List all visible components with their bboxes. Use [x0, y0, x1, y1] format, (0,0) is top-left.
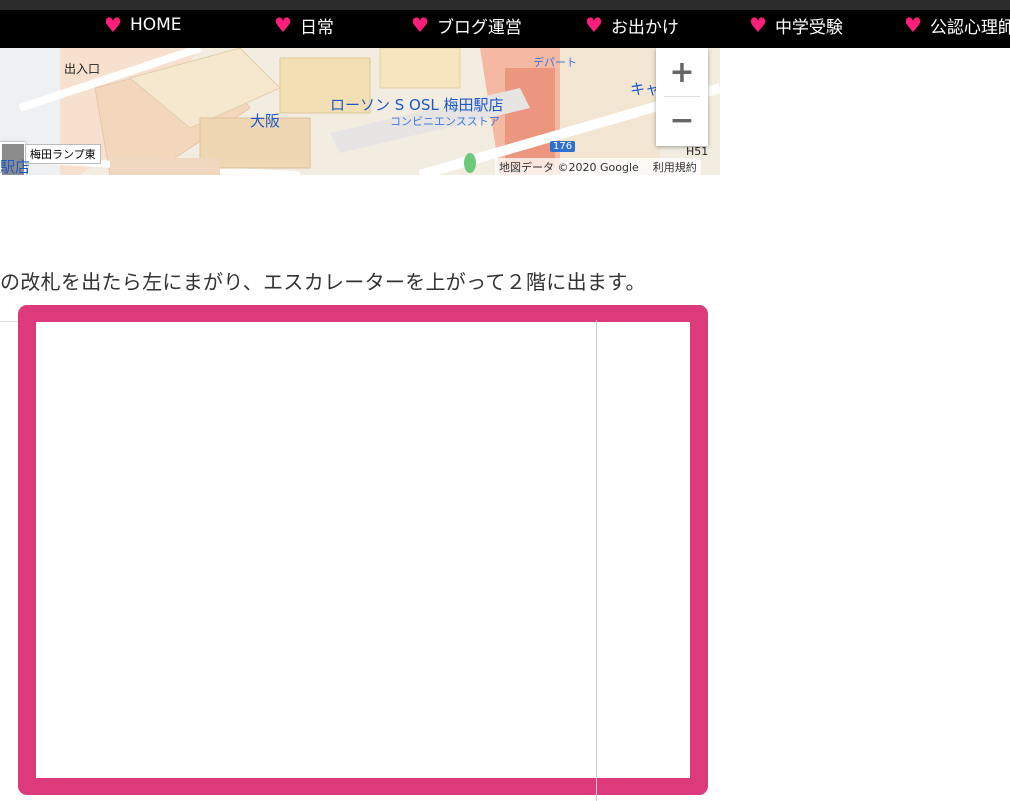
- nav-item-blog[interactable]: ♥ ブログ運営: [411, 10, 522, 40]
- map-label-dept: デパート: [533, 56, 577, 69]
- map-label-exit: 出入口: [64, 62, 101, 76]
- zoom-divider: [664, 96, 700, 97]
- frame-content: [36, 322, 690, 778]
- map-label-convenience: コンビニエンスストア: [390, 115, 500, 128]
- heart-icon: ♥: [585, 13, 603, 37]
- top-strip: [0, 0, 1010, 10]
- nav-label: ブログ運営: [436, 17, 522, 38]
- heart-icon: ♥: [411, 13, 429, 37]
- map-terms-link[interactable]: 利用規約: [653, 159, 697, 175]
- map-label-station: 駅店: [0, 158, 31, 175]
- heart-icon: ♥: [749, 13, 767, 37]
- google-map[interactable]: 梅田ランプ東 出入口 駅店 大阪 ローソン S OSL 梅田駅店 コンビニエンス…: [0, 48, 720, 175]
- map-label-lawson: ローソン S OSL 梅田駅店: [330, 96, 504, 114]
- nav-item-outing[interactable]: ♥ お出かけ: [585, 10, 679, 40]
- article-text: の改札を出たら左にまがり、エスカレーターを上がって２階に出ます。: [0, 270, 646, 294]
- heart-icon: ♥: [904, 13, 922, 37]
- map-label-osaka: 大阪: [250, 112, 281, 130]
- nav-label: 日常: [299, 17, 334, 38]
- global-nav: ♥ HOME ♥ 日常 ♥ ブログ運営 ♥ お出かけ ♥ 中学受験 ♥ 公認心理…: [0, 10, 1010, 48]
- zoom-in-button[interactable]: +: [656, 48, 708, 96]
- nav-label: HOME: [129, 15, 182, 35]
- nav-label: お出かけ: [610, 17, 679, 38]
- map-label-lamp: 梅田ランプ東: [25, 144, 101, 164]
- nav-item-exam[interactable]: ♥ 中学受験: [749, 10, 843, 40]
- nav-item-daily[interactable]: ♥ 日常: [274, 10, 334, 40]
- nav-item-psychologist[interactable]: ♥ 公認心理師: [904, 10, 1010, 40]
- heart-icon: ♥: [104, 13, 122, 37]
- highlight-frame: [18, 305, 708, 795]
- map-label-h51: H51: [686, 145, 709, 158]
- map-label-route: 176: [550, 141, 576, 152]
- divider: [0, 321, 20, 322]
- zoom-out-button[interactable]: −: [656, 96, 708, 144]
- nav-label: 公認心理師: [929, 17, 1010, 38]
- nav-item-home[interactable]: ♥ HOME: [104, 10, 182, 40]
- map-attribution: 地図データ ©2020 Google 利用規約: [495, 158, 701, 175]
- map-attribution-text: 地図データ ©2020 Google: [499, 160, 639, 174]
- heart-icon: ♥: [274, 13, 292, 37]
- nav-label: 中学受験: [774, 17, 843, 38]
- map-zoom-control: + −: [656, 48, 708, 146]
- column-divider: [596, 320, 597, 801]
